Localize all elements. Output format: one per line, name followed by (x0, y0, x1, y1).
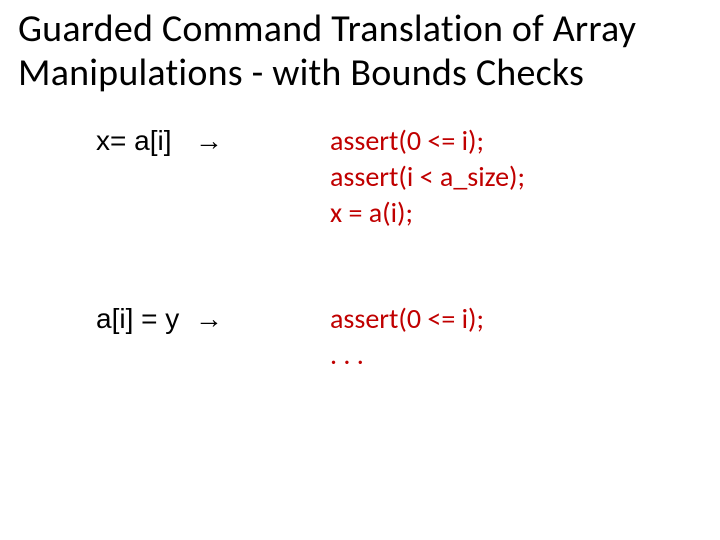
row1-source: x= a[i] → (96, 123, 306, 230)
row2-translation: assert(0 <= i); . . . (330, 301, 702, 373)
row2-source: a[i] = y → (96, 301, 306, 373)
slide: Guarded Command Translation of Array Man… (0, 0, 720, 540)
row1-translation: assert(0 <= i); assert(i < a_size); x = … (330, 123, 702, 230)
slide-title: Guarded Command Translation of Array Man… (18, 8, 702, 95)
content-grid: x= a[i] → assert(0 <= i); assert(i < a_s… (96, 123, 702, 372)
